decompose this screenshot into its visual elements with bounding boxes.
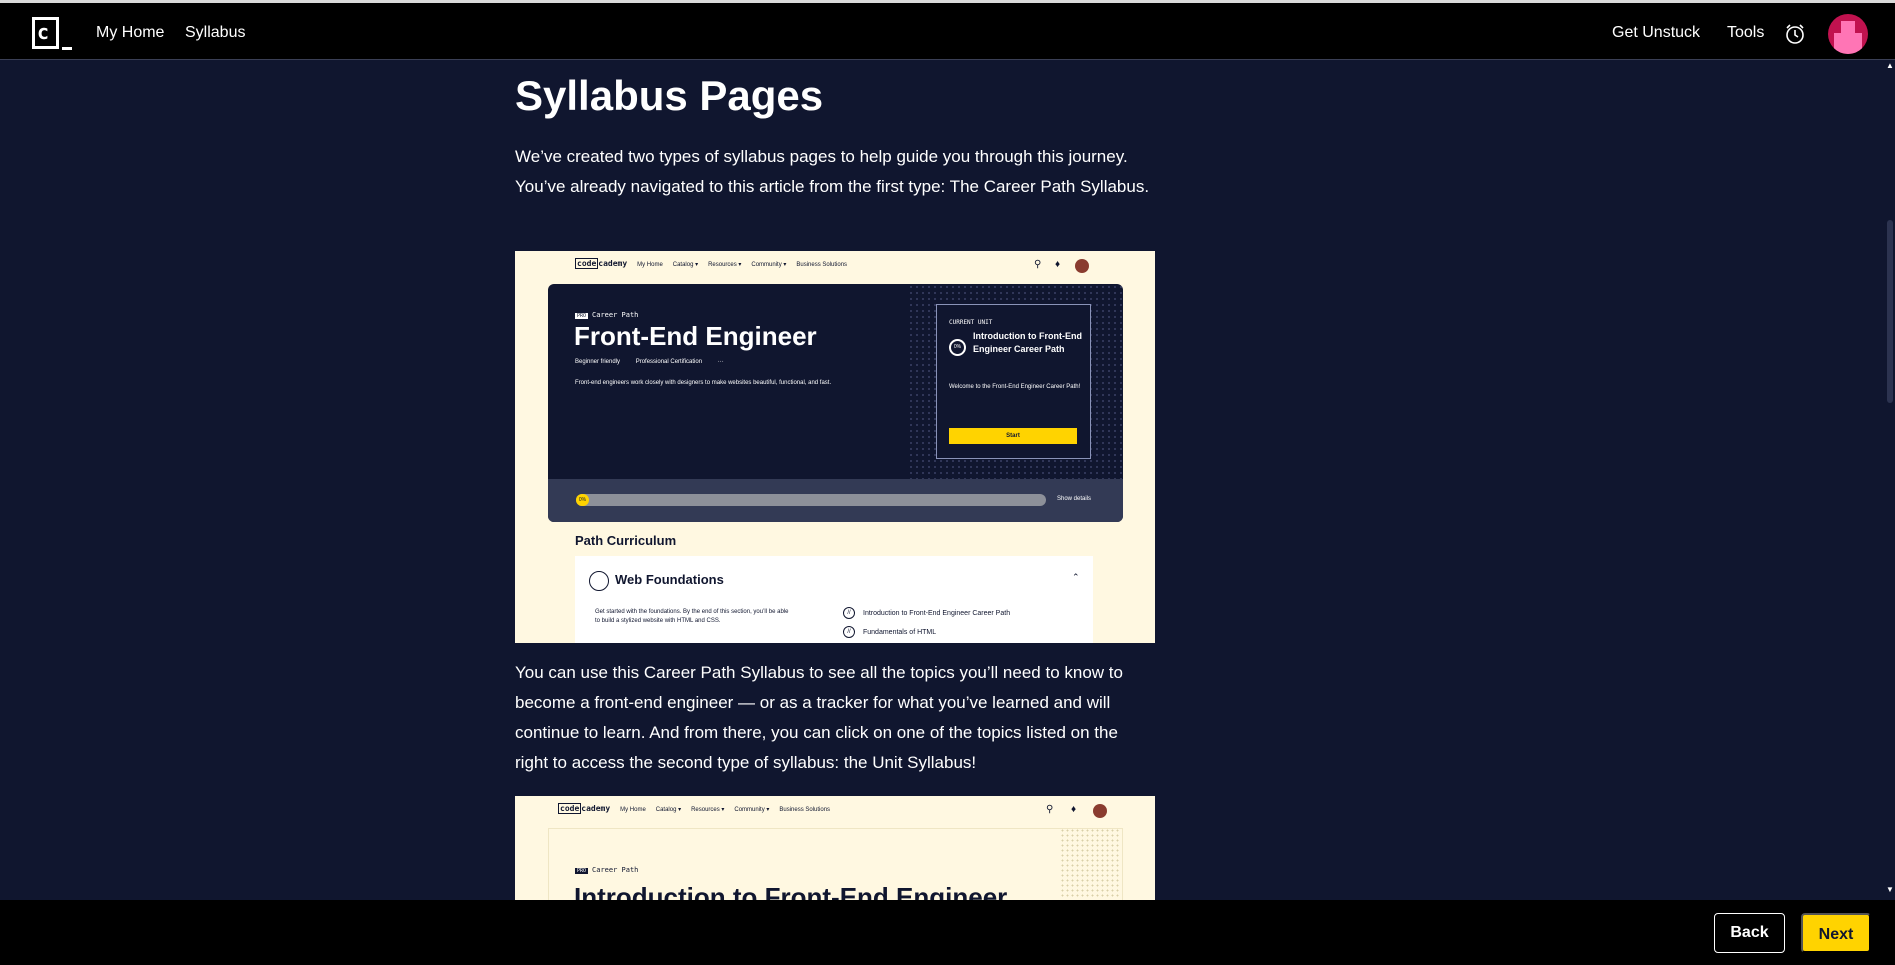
screenshot-avatar [1093,804,1107,818]
nav-my-home-link[interactable]: My Home [96,23,164,43]
meta-beginner: Beginner friendly [575,359,621,365]
screenshot-nav-item: Resources ▾ [708,262,742,268]
meta-certification: Professional Certification [635,359,703,365]
screenshot-nav-item: My Home [620,807,646,813]
screenshot-logo: code cademy [558,803,611,814]
scroll-down-arrow-icon[interactable]: ▼ [1886,886,1894,894]
progress-indicator: 0% [576,494,589,506]
hero-meta: Beginner friendly Professional Certifica… [575,359,738,365]
screenshot-nav: code cademy My Home Catalog ▾ Resources ▾… [575,258,848,273]
intro-paragraph: We’ve created two types of syllabus page… [515,147,1150,196]
back-button[interactable]: Back [1714,913,1785,953]
top-navigation: c My Home Syllabus Get Unstuck Tools [0,0,1895,60]
hero-title: Introduction to Front-End Engineer [574,882,1008,900]
hero-label: PRO Career Path [575,866,639,874]
screenshot-nav-item: Community ▾ [751,262,787,268]
section-status-circle [589,571,609,591]
screenshot-hero: PRO Career Path Front-End Engineer Beginn… [548,284,1123,522]
explanation-paragraph: You can use this Career Path Syllabus to… [515,663,1123,772]
progress-track [576,494,1046,506]
chevron-up-icon: ⌃ [1072,572,1080,582]
screenshot-nav-item: Catalog ▾ [655,807,682,813]
nav-tools-link[interactable]: Tools [1727,23,1764,43]
unit-progress-ring: 0% [949,339,966,356]
codecademy-logo[interactable]: c [32,17,72,51]
screenshot-nav-item: Catalog ▾ [672,262,699,268]
lesson-item: //Fundamentals of HTML [843,626,936,638]
lesson-icon: // [843,607,855,619]
hero-description: Front-end engineers work closely with de… [575,380,832,386]
show-details-label: Show details [1057,496,1092,502]
logo-letter: c [37,20,50,44]
progress-area: 0% Show details [548,479,1123,522]
section-description: Get started with the foundations. By the… [595,609,789,624]
hero-title: Front-End Engineer [574,321,817,351]
section-title: Web Foundations [615,572,724,587]
page-title: Syllabus Pages [515,72,824,119]
start-button-image: Start [949,428,1077,444]
dot-pattern [1060,828,1120,898]
screenshot-nav-item: My Home [637,262,663,268]
article-content: Syllabus Pages We’ve created two types o… [515,60,1155,900]
unit-title: Introduction to Front-End Engineer Caree… [973,331,1082,354]
bell-icon: ♦ [1055,259,1061,270]
scroll-thumb[interactable] [1887,220,1893,403]
avatar-head-shape [1841,21,1855,33]
lesson-item: //Introduction to Front-End Engineer Car… [843,607,1010,619]
screenshot-nav-item: Business Solutions [779,807,831,813]
next-button[interactable]: Next [1801,913,1871,953]
hero-label: PRO Career Path [575,311,639,319]
bell-icon: ♦ [1071,804,1077,815]
screenshot-nav-item: Resources ▾ [691,807,725,813]
avatar-body-shape [1834,33,1862,54]
meta-more: ··· [717,359,724,365]
current-unit-label: CURRENT UNIT [949,319,993,326]
bottom-bar: Back Next [0,900,1895,965]
screenshot-logo: code cademy [575,258,628,269]
unit-syllabus-screenshot: code cademy My Home Catalog ▾ Resources ▾… [515,796,1155,900]
unit-welcome: Welcome to the Front-End Engineer Career… [949,384,1081,390]
curriculum-title: Path Curriculum [575,533,677,548]
alarm-clock-icon[interactable] [1784,23,1806,45]
screenshot-nav: code cademy My Home Catalog ▾ Resources ▾… [558,803,831,818]
screenshot-nav-item: Community ▾ [734,807,770,813]
curriculum-card: Web Foundations ⌃ Get started with the f… [575,556,1093,643]
logo-underscore [62,47,72,50]
nav-syllabus-link[interactable]: Syllabus [185,23,245,43]
avatar[interactable] [1828,14,1868,54]
search-icon: ⚲ [1034,259,1042,270]
career-path-syllabus-screenshot: code cademy My Home Catalog ▾ Resources ▾… [515,251,1155,643]
scrollbar[interactable]: ▲ ▼ [1884,60,1895,900]
current-unit-card: CURRENT UNIT 0% Introduction to Front-En… [936,304,1091,459]
lesson-icon: // [843,626,855,638]
nav-get-unstuck-link[interactable]: Get Unstuck [1612,23,1700,43]
screenshot-nav-item: Business Solutions [796,262,848,268]
screenshot-avatar [1075,259,1089,273]
scroll-up-arrow-icon[interactable]: ▲ [1886,62,1894,70]
search-icon: ⚲ [1046,804,1054,815]
